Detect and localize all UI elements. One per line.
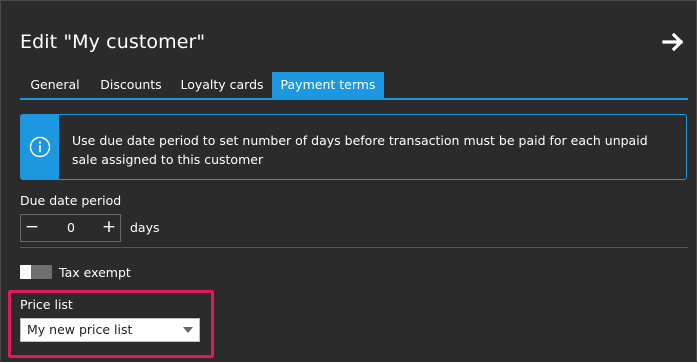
increment-button[interactable]: + [98,215,120,241]
info-banner: Use due date period to set number of day… [20,114,687,180]
toggle-knob [20,265,31,279]
info-message: Use due date period to set number of day… [72,133,648,167]
arrow-right-icon[interactable] [662,32,686,52]
info-circle-icon [29,136,51,158]
price-list-select[interactable]: My new price list [20,318,200,342]
due-date-unit: days [130,220,160,235]
tax-exempt-toggle[interactable] [20,265,52,279]
due-date-stepper: − 0 + [20,214,121,242]
price-list-label: Price list [20,297,73,312]
tab-loyalty-cards[interactable]: Loyalty cards [174,72,270,98]
tax-exempt-label: Tax exempt [59,265,131,280]
tab-discounts[interactable]: Discounts [92,72,170,98]
tab-bar: General Discounts Loyalty cards Payment … [20,72,688,100]
info-banner-side [21,115,59,179]
due-date-input[interactable]: 0 [45,215,97,241]
dialog-title: Edit "My customer" [20,31,206,53]
due-date-label: Due date period [20,193,122,208]
tab-payment-terms[interactable]: Payment terms [272,72,384,98]
section-divider [20,247,688,248]
decrement-button[interactable]: − [21,215,43,241]
price-list-selected: My new price list [27,322,133,337]
dialog: Edit "My customer" General Discounts Loy… [0,0,697,361]
tab-general[interactable]: General [22,72,88,98]
caret-down-icon [183,327,193,333]
